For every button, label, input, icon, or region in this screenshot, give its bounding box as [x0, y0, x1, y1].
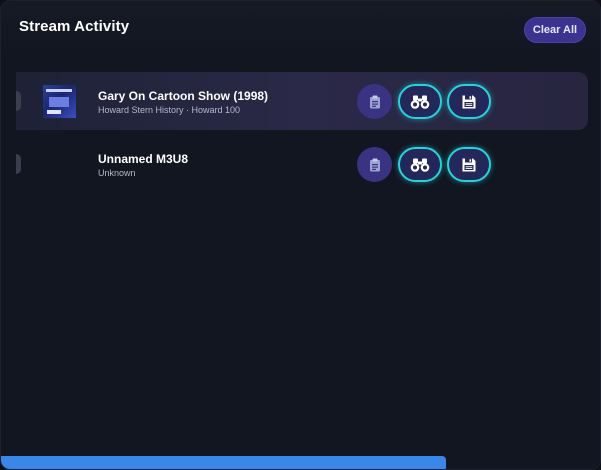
- binoculars-icon: [410, 95, 430, 109]
- floppy-disk-icon: [462, 158, 476, 171]
- progress-bar: [1, 456, 446, 469]
- stream-title: Gary On Cartoon Show (1998): [98, 89, 269, 103]
- stream-subtitle: Unknown: [98, 168, 136, 178]
- stream-row[interactable]: Unnamed M3U8 Unknown: [16, 135, 588, 193]
- stream-subtitle: Howard Stern History · Howard 100: [98, 105, 241, 115]
- binoculars-icon: [410, 158, 430, 172]
- clipboard-icon: [369, 95, 380, 108]
- stream-activity-panel: Stream Activity Clear All Gary On Cartoo…: [0, 0, 601, 470]
- stream-thumbnail: [43, 85, 76, 118]
- stream-row[interactable]: Gary On Cartoon Show (1998) Howard Stern…: [16, 72, 588, 130]
- row-expand-handle[interactable]: [16, 91, 21, 111]
- watch-stream-button[interactable]: [398, 84, 442, 119]
- save-stream-button[interactable]: [447, 84, 491, 119]
- floppy-disk-icon: [462, 95, 476, 108]
- copy-url-button[interactable]: [357, 84, 392, 119]
- copy-url-button[interactable]: [357, 147, 392, 182]
- panel-title: Stream Activity: [19, 18, 130, 35]
- watch-stream-button[interactable]: [398, 147, 442, 182]
- stream-title: Unnamed M3U8: [98, 152, 189, 166]
- clear-all-button[interactable]: Clear All: [524, 17, 586, 43]
- save-stream-button[interactable]: [447, 147, 491, 182]
- clipboard-icon: [369, 158, 380, 171]
- row-expand-handle[interactable]: [16, 154, 21, 174]
